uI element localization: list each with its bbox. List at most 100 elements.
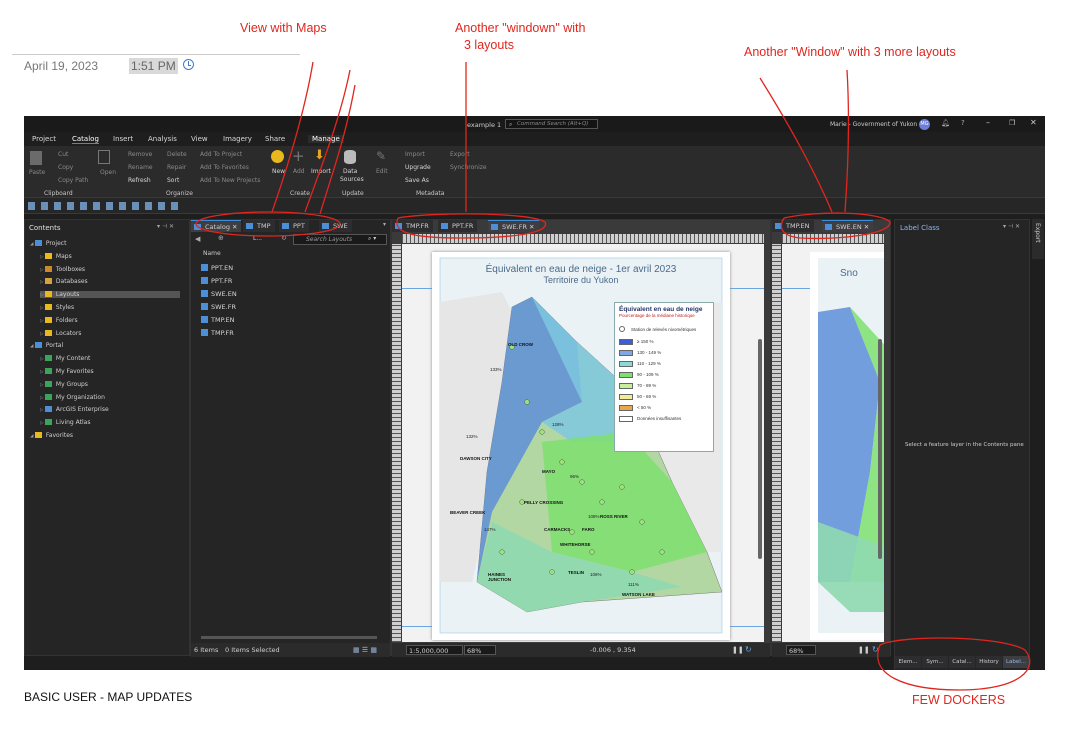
- zoom-select-2[interactable]: 68%: [786, 645, 817, 655]
- contents-item-portal[interactable]: ◢ Portal: [30, 342, 63, 349]
- tab-tmp-en[interactable]: TMP.EN: [772, 220, 814, 232]
- close-icon[interactable]: ✕: [1030, 118, 1037, 127]
- layout-page[interactable]: Équivalent en eau de neige - 1er avril 2…: [432, 252, 730, 640]
- contents-item-my-groups[interactable]: ▷ My Groups: [40, 380, 88, 388]
- tab-ppt-fr[interactable]: PPT.FR: [438, 220, 478, 232]
- tab-tmp-fr[interactable]: TMP.FR: [392, 220, 433, 232]
- contents-item-favorites[interactable]: ◢ Favorites: [30, 432, 73, 439]
- user-avatar[interactable]: MG: [919, 119, 930, 130]
- edit-button[interactable]: Edit: [376, 168, 388, 175]
- add-button[interactable]: Add: [293, 168, 305, 175]
- export-button[interactable]: Export: [450, 151, 470, 158]
- tab-view[interactable]: View: [191, 135, 208, 143]
- add-to-new-projects-button[interactable]: Add To New Projects: [200, 177, 260, 184]
- repair-button[interactable]: Repair: [167, 164, 186, 171]
- contents-item-my-content[interactable]: ▷ My Content: [40, 355, 90, 362]
- data-sources-icon[interactable]: [344, 150, 356, 164]
- tab-swe[interactable]: SWE: [319, 220, 352, 232]
- contents-item-locators[interactable]: ▷ Locators: [40, 329, 81, 337]
- command-search[interactable]: ⌕ Command Search (Alt+Q): [505, 119, 598, 129]
- contents-item-databases[interactable]: ▷ Databases: [40, 278, 88, 285]
- tab-swe-fr[interactable]: SWE.FR ✕: [488, 220, 539, 232]
- tab-insert[interactable]: Insert: [113, 135, 133, 143]
- minimize-icon[interactable]: –: [986, 118, 990, 127]
- metadata-import-button[interactable]: Import: [405, 151, 425, 158]
- zoom-select[interactable]: 68%: [464, 645, 497, 655]
- new-sun-icon[interactable]: [271, 150, 284, 163]
- tab-catalog-view[interactable]: Catalog ✕: [191, 220, 242, 232]
- export-side-tab[interactable]: Export: [1032, 219, 1044, 259]
- copy-button[interactable]: Copy: [58, 164, 73, 171]
- pause-icon[interactable]: ❚❚: [732, 643, 744, 657]
- tab-analysis[interactable]: Analysis: [148, 135, 177, 143]
- upgrade-button[interactable]: Upgrade: [405, 164, 431, 171]
- rename-button[interactable]: Rename: [128, 164, 153, 171]
- docker-tab[interactable]: Elem...: [895, 656, 921, 668]
- refresh-icon[interactable]: ↻: [281, 234, 287, 242]
- restore-icon[interactable]: ❐: [1009, 119, 1015, 127]
- contents-item-project[interactable]: ◢ Project: [30, 240, 66, 247]
- tabs-dropdown-icon[interactable]: ▾: [383, 221, 386, 228]
- import-button[interactable]: Import: [311, 168, 331, 175]
- tab-swe-en[interactable]: SWE.EN ✕: [822, 220, 874, 232]
- catalog-breadcrumb[interactable]: L...: [253, 235, 262, 242]
- docker-tab[interactable]: Sym...: [922, 656, 948, 668]
- quick-access-icons[interactable]: [28, 202, 178, 210]
- add-to-project-button[interactable]: Add To Project: [200, 151, 242, 158]
- docker-tab[interactable]: Catal...: [949, 656, 975, 668]
- open-icon[interactable]: [98, 150, 110, 164]
- vertical-scrollbar[interactable]: [758, 339, 762, 559]
- help-icon[interactable]: ?: [961, 119, 965, 127]
- contents-item-layouts[interactable]: ▷ Layouts: [40, 291, 180, 299]
- paste-icon[interactable]: [30, 151, 42, 165]
- add-plus-icon[interactable]: +: [292, 147, 305, 165]
- catalog-list-item[interactable]: TMP.EN: [201, 316, 235, 324]
- open-button[interactable]: Open: [100, 169, 116, 176]
- tab-project[interactable]: Project: [32, 135, 56, 143]
- remove-button[interactable]: Remove: [128, 151, 152, 158]
- tab-tmp[interactable]: TMP: [243, 220, 275, 232]
- layout-page-2[interactable]: Sno: [810, 252, 884, 640]
- contents-item-folders[interactable]: ▷ Folders: [40, 316, 78, 324]
- save-as-button[interactable]: Save As: [405, 177, 429, 184]
- contents-pin-icon[interactable]: ▾ ⊣ ✕: [157, 223, 174, 230]
- catalog-list-item[interactable]: TMP.FR: [201, 329, 234, 337]
- catalog-list-item[interactable]: SWE.EN: [201, 290, 237, 298]
- catalog-hscroll[interactable]: [201, 636, 377, 639]
- column-header-name[interactable]: Name: [203, 250, 221, 257]
- up-icon[interactable]: ⊕: [218, 234, 224, 242]
- back-icon[interactable]: ◀: [195, 235, 200, 243]
- tab-imagery[interactable]: Imagery: [223, 135, 252, 143]
- tab-share[interactable]: Share: [265, 135, 285, 143]
- catalog-list-item[interactable]: PPT.EN: [201, 264, 233, 272]
- contents-item-maps[interactable]: ▷ Maps: [40, 252, 72, 260]
- pause-icon[interactable]: ❚❚: [858, 643, 870, 657]
- refresh-button[interactable]: Refresh: [128, 177, 151, 184]
- data-sources-label-1[interactable]: Data: [343, 168, 357, 175]
- data-sources-label-2[interactable]: Sources: [340, 176, 364, 183]
- docker-tab[interactable]: Label...: [1003, 656, 1029, 668]
- synchronize-button[interactable]: Synchronize: [450, 164, 487, 171]
- catalog-list-item[interactable]: SWE.FR: [201, 303, 236, 311]
- view-toggle-icons[interactable]: ▦ ☰ ▦: [353, 643, 377, 657]
- refresh-icon[interactable]: ↻: [745, 643, 752, 657]
- refresh-icon[interactable]: ↻: [872, 643, 879, 657]
- pane-options-icon[interactable]: ▾ ⊣ ✕: [1003, 223, 1020, 230]
- import-arrow-icon[interactable]: ⬇: [314, 148, 325, 163]
- copy-path-button[interactable]: Copy Path: [58, 177, 88, 184]
- scale-select[interactable]: 1:5,000,000: [406, 645, 464, 655]
- catalog-list-item[interactable]: PPT.FR: [201, 277, 232, 285]
- new-button[interactable]: New: [272, 168, 285, 175]
- add-to-favorites-button[interactable]: Add To Favorites: [200, 164, 249, 171]
- vertical-scrollbar-2[interactable]: [878, 339, 882, 559]
- tab-ppt[interactable]: PPT: [279, 220, 309, 232]
- notification-bell-icon[interactable]: 🔔︎: [941, 119, 950, 127]
- contents-item-styles[interactable]: ▷ Styles: [40, 304, 74, 311]
- delete-button[interactable]: Delete: [167, 151, 187, 158]
- contents-item-arcgis-enterprise[interactable]: ▷ ArcGIS Enterprise: [40, 406, 109, 413]
- catalog-search-input[interactable]: Search Layouts ⌕ ▾: [293, 234, 387, 245]
- cut-button[interactable]: Cut: [58, 151, 68, 158]
- contents-item-my-favorites[interactable]: ▷ My Favorites: [40, 368, 94, 375]
- docker-tab[interactable]: History: [976, 656, 1002, 668]
- paste-button[interactable]: Paste: [29, 169, 45, 176]
